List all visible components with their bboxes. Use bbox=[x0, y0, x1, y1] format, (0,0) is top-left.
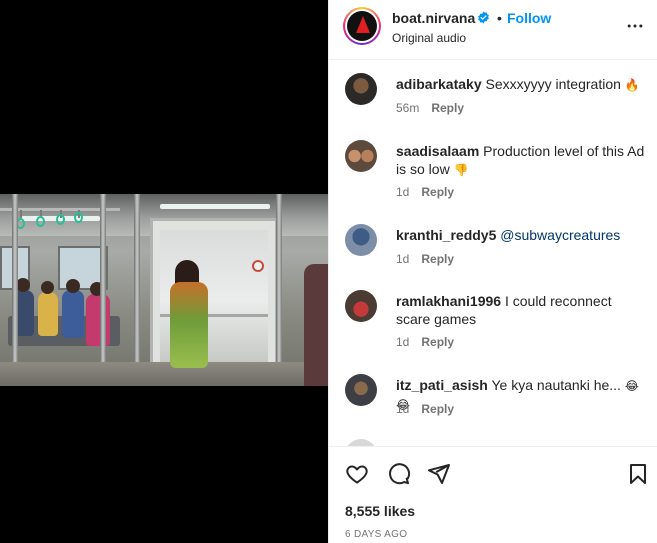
woman-figure bbox=[170, 282, 208, 368]
comment-meta: 56m Reply bbox=[396, 101, 464, 115]
commenter-avatar[interactable] bbox=[345, 374, 377, 406]
comment-time: 1d bbox=[396, 185, 410, 199]
comment-body: Sexxxyyyy integration bbox=[481, 76, 625, 92]
grab-pole bbox=[100, 194, 106, 386]
commenter-avatar[interactable] bbox=[345, 224, 377, 256]
grab-pole bbox=[276, 194, 282, 386]
handle bbox=[56, 214, 65, 225]
comment-meta: 1d Reply bbox=[396, 402, 454, 416]
comment-text: ramlakhani1996 I could reconnect scare g… bbox=[396, 292, 646, 328]
comment-meta: 1d Reply bbox=[396, 252, 454, 266]
passenger bbox=[86, 294, 110, 346]
likes-count[interactable]: 8,555 likes bbox=[345, 503, 415, 519]
reply-button[interactable]: Reply bbox=[431, 101, 464, 115]
side-figure bbox=[304, 264, 328, 386]
boat-logo bbox=[347, 11, 377, 41]
comment-time: 1d bbox=[396, 335, 410, 349]
commenter-avatar[interactable] bbox=[345, 439, 377, 446]
handle bbox=[74, 212, 83, 223]
comment-text: kranthi_reddy5 @subwaycreatures bbox=[396, 226, 646, 244]
reply-button[interactable]: Reply bbox=[421, 402, 454, 416]
author-username[interactable]: boat.nirvana bbox=[392, 10, 475, 26]
comment-time: 1d bbox=[396, 402, 410, 416]
comment-meta: 1d Reply bbox=[396, 185, 454, 199]
heart-icon[interactable] bbox=[345, 462, 369, 486]
comment-time: 1d bbox=[396, 252, 410, 266]
passenger-head bbox=[16, 278, 30, 292]
comment-icon[interactable] bbox=[387, 462, 411, 486]
passenger bbox=[38, 292, 58, 336]
comment-mention-link[interactable]: @subwaycreatures bbox=[496, 227, 620, 243]
train-floor bbox=[0, 362, 328, 386]
comment-username[interactable]: ramlakhani1996 bbox=[396, 293, 501, 309]
commenter-avatar[interactable] bbox=[345, 140, 377, 172]
actions-divider bbox=[329, 446, 657, 447]
passenger bbox=[62, 290, 84, 338]
follow-button[interactable]: Follow bbox=[507, 10, 551, 26]
comment-username[interactable]: adibarkataky bbox=[396, 76, 482, 92]
post-media[interactable] bbox=[0, 0, 328, 543]
commenter-avatar[interactable] bbox=[345, 73, 377, 105]
thumbs-down-emoji-icon: 👎 bbox=[453, 163, 469, 177]
door-sign bbox=[252, 260, 264, 272]
comment-time: 56m bbox=[396, 101, 420, 115]
post-sidebar: boat.nirvana • Follow Original audio adi… bbox=[328, 0, 657, 543]
comments-list[interactable]: adibarkataky Sexxxyyyy integration 🔥 56m… bbox=[329, 61, 657, 446]
comment-body: Ye kya nautanki he... bbox=[487, 377, 625, 393]
verified-badge-icon bbox=[478, 11, 489, 24]
handle bbox=[36, 216, 45, 227]
reply-button[interactable]: Reply bbox=[421, 335, 454, 349]
post-actions bbox=[329, 458, 657, 490]
bookmark-icon[interactable] bbox=[626, 462, 650, 486]
reply-button[interactable]: Reply bbox=[421, 185, 454, 199]
commenter-avatar[interactable] bbox=[345, 290, 377, 322]
post-header: boat.nirvana • Follow Original audio bbox=[329, 0, 657, 60]
more-options-icon[interactable] bbox=[625, 16, 645, 36]
post-date[interactable]: 6 DAYS AGO bbox=[345, 529, 407, 540]
video-player[interactable] bbox=[0, 194, 328, 386]
separator-dot: • bbox=[497, 10, 502, 26]
reply-button[interactable]: Reply bbox=[421, 252, 454, 266]
strap bbox=[20, 210, 22, 218]
comment-username[interactable]: kranthi_reddy5 bbox=[396, 227, 496, 243]
audio-label[interactable]: Original audio bbox=[392, 31, 466, 45]
comment-username[interactable]: saadisalaam bbox=[396, 143, 479, 159]
comment-username[interactable]: itz_pati_asish bbox=[396, 377, 488, 393]
grab-pole bbox=[134, 194, 140, 386]
passenger-head bbox=[41, 281, 54, 294]
comment-meta: 1d Reply bbox=[396, 335, 454, 349]
fire-emoji-icon: 🔥 bbox=[624, 78, 640, 92]
ceiling-light bbox=[160, 204, 270, 209]
passenger-head bbox=[66, 279, 80, 293]
comment-text: saadisalaam Production level of this Ad … bbox=[396, 142, 646, 179]
send-icon[interactable] bbox=[427, 462, 451, 486]
grab-pole bbox=[12, 194, 18, 386]
comment-text: adibarkataky Sexxxyyyy integration 🔥 bbox=[396, 75, 646, 94]
author-avatar[interactable] bbox=[343, 7, 381, 45]
